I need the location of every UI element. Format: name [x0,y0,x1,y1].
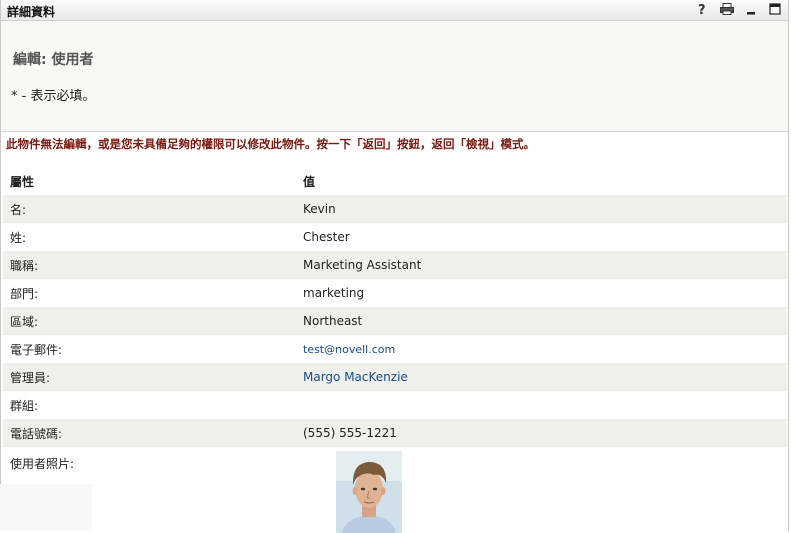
department-value: marketing [303,286,365,300]
required-note: * - 表示必填。 [11,89,96,104]
attribute-label: 電子郵件: [10,342,63,357]
value-column-header: 值 [303,174,316,189]
maximize-icon[interactable] [768,2,782,16]
edit-header: 編輯: 使用者 * - 表示必填。 [1,21,788,132]
table-row: 電話號碼: (555) 555-1221 [3,419,787,447]
page-title: 編輯: 使用者 [13,52,94,68]
attribute-label: 使用者照片: [10,457,75,471]
table-row: 姓: Chester [3,223,787,251]
table-row: 電子郵件: test@novell.com [3,335,787,363]
attribute-label: 區域: [10,314,39,329]
attribute-label: 電話號碼: [10,426,63,441]
attribute-label: 管理員: [10,370,51,385]
portlet-title: 詳細資料 [7,5,56,19]
phone-value: (555) 555-1221 [303,426,397,440]
permission-warning: 此物件無法編輯，或是您未具備足夠的權限可以修改此物件。按一下「返回」按鈕，返回「… [6,137,535,151]
table-row: 區域: Northeast [3,307,787,335]
attribute-column-header: 屬性 [10,174,35,189]
table-row: 使用者照片: [3,447,787,533]
email-link[interactable]: test@novell.com [303,343,395,356]
table-row: 部門: marketing [3,279,787,307]
attribute-label: 部門: [10,286,39,301]
footer-block [0,484,92,531]
minimize-icon[interactable] [744,2,758,16]
title-value: Marketing Assistant [303,258,422,272]
region-value: Northeast [303,314,363,328]
attribute-label: 職稱: [10,258,39,273]
attribute-label: 名: [10,202,27,217]
table-row: 職稱: Marketing Assistant [3,251,787,279]
user-photo [336,451,402,533]
attribute-label: 姓: [10,230,27,245]
portlet-tools: ? [696,2,782,16]
last-name-value: Chester [303,230,350,244]
table-row: 群組: [3,391,787,419]
attribute-table: 屬性 值 名: Kevin 姓: Chester 職稱: Marketing A… [3,167,787,533]
attribute-label: 群組: [10,398,39,413]
help-icon[interactable]: ? [696,2,710,16]
table-header: 屬性 值 [3,167,787,195]
manager-link[interactable]: Margo MacKenzie [303,370,408,384]
printer-icon[interactable] [720,2,734,16]
table-row: 管理員: Margo MacKenzie [3,363,787,391]
svg-text:?: ? [698,3,706,16]
first-name-value: Kevin [303,202,336,216]
table-row: 名: Kevin [3,195,787,223]
portlet-titlebar: 詳細資料 ? [1,0,788,21]
